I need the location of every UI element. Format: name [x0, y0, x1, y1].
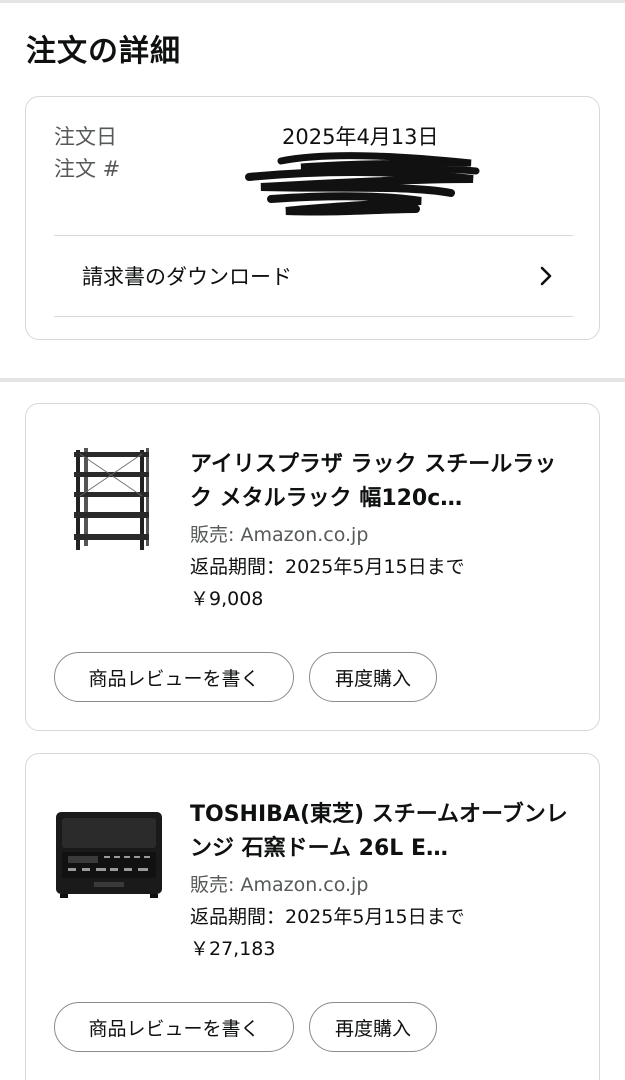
item-return-period: 返品期間：2025年5月15日まで — [190, 906, 465, 928]
buy-again-button[interactable]: 再度購入 — [309, 652, 437, 702]
order-date-label: 注文日 — [54, 125, 117, 149]
write-review-button[interactable]: 商品レビューを書く — [54, 1002, 294, 1052]
page-title: 注文の詳細 — [26, 34, 181, 69]
item-price: ￥9,008 — [190, 588, 264, 610]
write-review-button[interactable]: 商品レビューを書く — [54, 652, 294, 702]
order-item-card: TOSHIBA(東芝) スチームオーブンレンジ 石窯ドーム 26L E… 販売:… — [25, 753, 600, 1080]
steel-rack-icon[interactable] — [54, 444, 164, 554]
order-date-value: 2025年4月13日 — [282, 125, 439, 149]
microwave-oven-icon[interactable] — [54, 798, 164, 908]
buy-again-button[interactable]: 再度購入 — [309, 1002, 437, 1052]
item-title-link[interactable]: TOSHIBA(東芝) スチームオーブンレンジ 石窯ドーム 26L E… — [190, 798, 575, 866]
item-seller: 販売: Amazon.co.jp — [190, 874, 369, 896]
item-title-link[interactable]: アイリスプラザ ラック スチールラック メタルラック 幅120c… — [190, 448, 575, 516]
invoice-download-label: 請求書のダウンロード — [82, 265, 292, 289]
order-info-card: 注文日 2025年4月13日 注文 # 請求書のダウンロード — [25, 96, 600, 340]
item-price: ￥27,183 — [190, 938, 276, 960]
invoice-download-row[interactable]: 請求書のダウンロード — [54, 235, 573, 317]
item-seller: 販売: Amazon.co.jp — [190, 524, 369, 546]
redacted-order-number — [245, 152, 480, 216]
chevron-right-icon — [540, 266, 552, 286]
item-return-period: 返品期間：2025年5月15日まで — [190, 556, 465, 578]
section-divider — [0, 378, 625, 382]
order-item-card: アイリスプラザ ラック スチールラック メタルラック 幅120c… 販売: Am… — [25, 403, 600, 731]
top-divider — [0, 0, 625, 3]
order-number-label: 注文 # — [54, 157, 121, 181]
